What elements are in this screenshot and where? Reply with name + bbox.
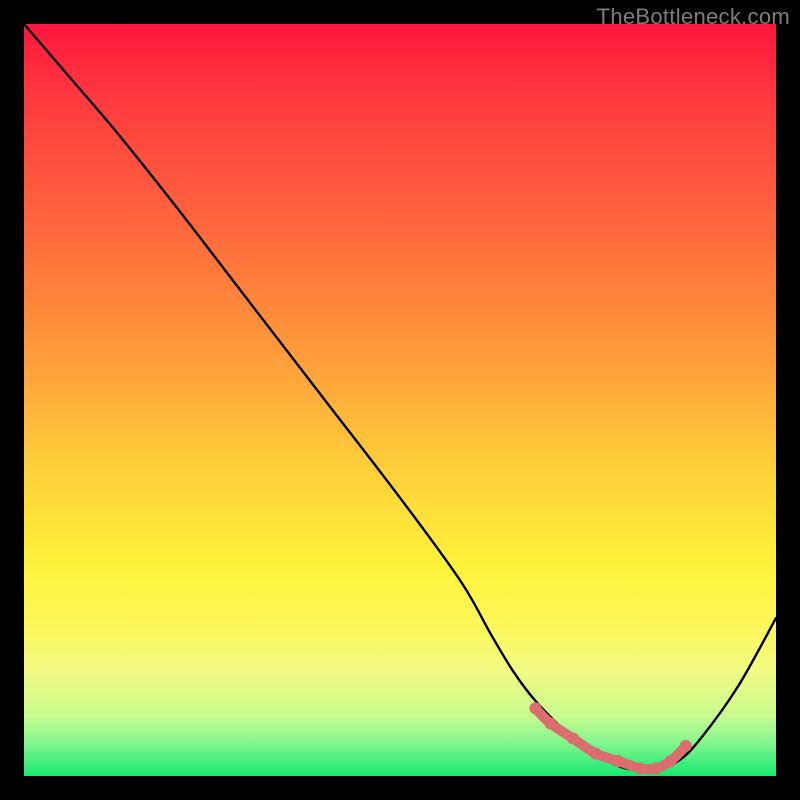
optimal-range-stroke: [535, 708, 685, 769]
optimal-range-dot: [612, 755, 624, 767]
optimal-range-dot: [680, 740, 692, 752]
optimal-range-dot: [665, 755, 677, 767]
bottleneck-curve: [24, 24, 776, 770]
optimal-range-dot: [529, 702, 541, 714]
optimal-range-dot: [635, 763, 647, 775]
optimal-range-dot: [590, 747, 602, 759]
optimal-range-dot: [650, 763, 662, 775]
optimal-range-dot: [544, 717, 556, 729]
chart-svg: [24, 24, 776, 776]
chart-plot-area: [24, 24, 776, 776]
outer-frame: TheBottleneck.com: [0, 0, 800, 800]
optimal-range-dot: [567, 732, 579, 744]
optimal-range-dots: [529, 702, 691, 774]
